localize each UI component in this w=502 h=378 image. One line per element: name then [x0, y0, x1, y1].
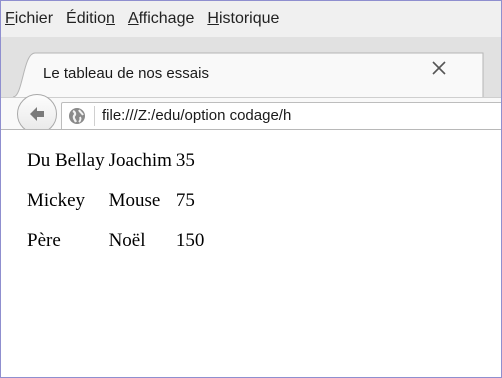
- table-cell: 75: [175, 190, 195, 211]
- table-cell: Du Bellay: [27, 150, 105, 171]
- page-content: Du Bellay Joachim 35 Mickey Mouse 75 Pèr…: [1, 130, 501, 377]
- back-arrow-icon: [30, 107, 44, 121]
- url-bar[interactable]: file:///Z:/edu/option codage/h: [61, 102, 501, 132]
- table-cell: Père: [27, 230, 61, 251]
- menu-historique[interactable]: Historique: [207, 10, 279, 28]
- table-cell: Joachim: [108, 150, 172, 171]
- menu-affichage[interactable]: Affichage: [128, 10, 194, 28]
- menu-fichier[interactable]: Fichier: [5, 10, 53, 28]
- table-cell: Mickey: [27, 190, 86, 211]
- table-cell: Mouse: [108, 190, 161, 211]
- table-row: Du Bellay Joachim 35: [26, 142, 205, 180]
- url-text[interactable]: file:///Z:/edu/option codage/h: [102, 107, 291, 124]
- menu-edition[interactable]: Édition: [66, 10, 115, 28]
- table-cell: 150: [175, 230, 205, 251]
- table-cell: 35: [175, 150, 195, 171]
- back-button[interactable]: [17, 94, 57, 134]
- menu-bar: Fichier Édition Affichage Historique: [1, 1, 501, 37]
- table-cell: Noël: [108, 230, 146, 251]
- close-icon-glyph: [432, 61, 446, 75]
- browser-window: Fichier Édition Affichage Historique Le …: [0, 0, 502, 378]
- tab-strip: Le tableau de nos essais file:///Z:/edu/…: [1, 37, 501, 134]
- menu-accelerator: F: [5, 10, 15, 27]
- menu-label-part: ffichage: [138, 10, 195, 27]
- menu-accelerator: A: [127, 10, 139, 27]
- menu-accelerator: H: [207, 10, 219, 27]
- close-icon[interactable]: [431, 60, 457, 86]
- table-row: Mickey Mouse 75: [26, 182, 205, 220]
- tab-title: Le tableau de nos essais: [43, 65, 209, 82]
- table-row: Père Noël 150: [26, 222, 205, 260]
- menu-accelerator: n: [106, 10, 115, 27]
- tab-active[interactable]: Le tableau de nos essais: [13, 51, 489, 97]
- globe-icon[interactable]: [67, 106, 87, 126]
- menu-label-part: istorique: [218, 10, 280, 27]
- results-table: Du Bellay Joachim 35 Mickey Mouse 75 Pèr…: [24, 140, 207, 262]
- menu-label-part: Éditio: [66, 10, 107, 27]
- url-separator: [94, 106, 95, 126]
- menu-label-part: ichier: [14, 10, 54, 27]
